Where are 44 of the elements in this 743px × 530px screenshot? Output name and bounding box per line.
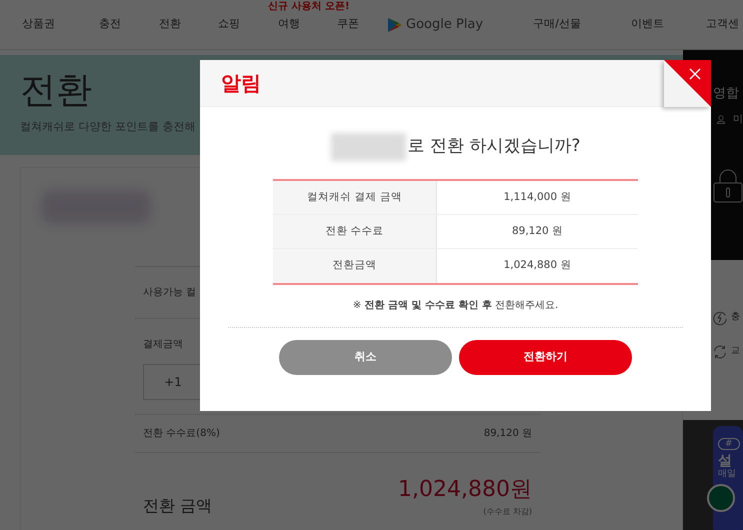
nav-link[interactable]: 이벤트 xyxy=(630,16,664,33)
total-amount: 1,024,880원 xyxy=(398,476,532,504)
dialog-title: 알림 xyxy=(221,70,261,97)
total-note: (수수료 차감) xyxy=(482,506,532,518)
convert-button[interactable]: 전환하기 xyxy=(459,340,632,375)
promo-title: 설 xyxy=(718,453,732,470)
nav-link[interactable]: 충전 xyxy=(99,16,121,33)
cancel-button[interactable]: 취소 xyxy=(279,340,452,375)
play-store-icon xyxy=(387,16,402,32)
close-button[interactable] xyxy=(664,60,711,107)
notice-text: ※ 전환 금액 및 수수료 확인 후 전환해주세요. xyxy=(352,299,560,313)
store-link[interactable]: Google Play xyxy=(387,14,484,34)
page-subtitle: 컬쳐캐쉬로 다양한 포인트를 충전해 xyxy=(20,119,196,135)
confirm-message: 로 전환 하시겠습니까? xyxy=(408,135,580,158)
side-menu-link[interactable]: 교 xyxy=(731,345,740,359)
amount-button[interactable]: +1 xyxy=(143,364,203,400)
panel-title: 영합 xyxy=(713,85,739,103)
total-label: 전환 금액 xyxy=(143,495,212,517)
nav-link[interactable]: 전환 xyxy=(159,16,181,33)
nav-link[interactable]: 쇼핑 xyxy=(218,16,240,33)
page-title: 전환 xyxy=(20,73,92,109)
fee-value: 89,120 원 xyxy=(484,427,532,441)
table-header-cell: 전환 수수료 xyxy=(273,215,437,248)
lock-icon xyxy=(713,168,743,202)
exchange-icon xyxy=(712,344,728,360)
nav-link[interactable]: 고객센 xyxy=(706,16,739,33)
field-label: 결제금액 xyxy=(143,338,184,352)
nav-link[interactable]: 구매/선물 xyxy=(533,16,581,33)
promo-tag: # xyxy=(718,438,740,450)
promo-subtitle: 매일 xyxy=(718,469,737,480)
nav-link[interactable]: 상품권 xyxy=(22,16,55,33)
table-cell-text: 1,114,000 원 xyxy=(502,190,572,205)
field-label: 사용가능 컬 xyxy=(143,286,196,300)
logo-icon xyxy=(707,484,735,512)
nav-link[interactable]: 쿠폰 xyxy=(337,16,359,33)
user-icon xyxy=(717,112,725,126)
table-cell-text: 89,120 원 xyxy=(510,224,564,239)
table-header-cell: 컬쳐캐쉬 결제 금액 xyxy=(273,181,437,214)
side-menu-link[interactable]: 충 xyxy=(731,311,740,325)
fee-label: 전환 수수료(8%) xyxy=(143,427,220,441)
lightning-cycle-icon xyxy=(712,310,728,326)
table-header-cell: 전환금액 xyxy=(273,249,437,283)
user-name: 미 xyxy=(733,112,743,126)
table-cell-text: 1,024,880 원 xyxy=(502,258,572,274)
